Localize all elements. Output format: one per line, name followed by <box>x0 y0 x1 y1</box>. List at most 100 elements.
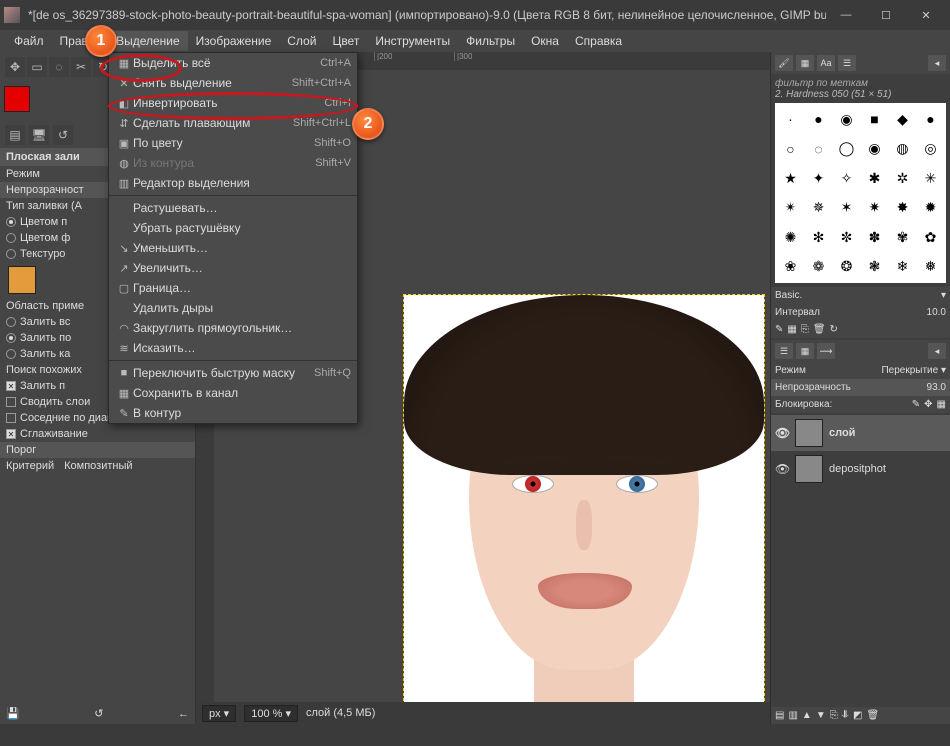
menu-изображение[interactable]: Изображение <box>188 31 280 51</box>
tab-fonts-icon[interactable]: Aa <box>817 55 835 71</box>
tab-channels-icon[interactable]: ▦ <box>796 343 814 359</box>
tab-patterns-icon[interactable]: ▦ <box>796 55 814 71</box>
brush-cell[interactable]: ✽ <box>861 223 888 252</box>
menuitem-увеличить-[interactable]: ↗Увеличить… <box>109 258 357 278</box>
lock-alpha-icon[interactable]: ▦ <box>937 399 946 410</box>
del-brush-icon[interactable]: 🗑 <box>813 324 826 335</box>
brush-cell[interactable]: ■ <box>861 105 888 134</box>
menuitem-переключить-быструю-маску[interactable]: ■Переключить быструю маскуShift+Q <box>109 363 357 383</box>
reset-preset-icon[interactable]: ↺ <box>94 707 103 720</box>
lock-pixels-icon[interactable]: ✎ <box>912 399 920 410</box>
dup-layer-icon[interactable]: ⎘ <box>830 710 838 721</box>
menuitem-сохранить-в-канал[interactable]: ▦Сохранить в канал <box>109 383 357 403</box>
menu-выделение[interactable]: Выделение <box>108 31 188 51</box>
panel-menu-icon[interactable]: ◂ <box>928 55 946 71</box>
brush-cell[interactable]: ● <box>805 105 832 134</box>
brush-cell[interactable]: ★ <box>777 164 804 193</box>
brush-cell[interactable]: ✿ <box>917 223 944 252</box>
brush-cell[interactable]: ❀ <box>777 253 804 282</box>
layer-opacity-row[interactable]: Непрозрачность 93.0 <box>771 379 950 396</box>
edit-brush-icon[interactable]: ✎ <box>775 324 783 335</box>
brush-cell[interactable]: ◎ <box>917 135 944 164</box>
layer-up-icon[interactable]: ▲ <box>802 710 812 721</box>
brush-cell[interactable]: ✸ <box>889 194 916 223</box>
menu-окна[interactable]: Окна <box>523 31 567 51</box>
layer-visibility-icon[interactable]: 👁 <box>775 462 789 476</box>
brush-cell[interactable]: ◯ <box>833 135 860 164</box>
del-layer-icon[interactable]: 🗑 <box>866 710 879 721</box>
foreground-color-swatch[interactable] <box>4 86 30 112</box>
menu-слой[interactable]: Слой <box>279 31 324 51</box>
brush-cell[interactable]: ✹ <box>917 194 944 223</box>
tab-options-icon[interactable]: ▤ <box>5 125 25 145</box>
layer-row[interactable]: 👁depositphot <box>771 451 950 487</box>
rect-select-tool[interactable]: ▭ <box>27 57 47 77</box>
close-button[interactable]: ✕ <box>906 1 946 29</box>
menuitem-снять-выделение[interactable]: ✕Снять выделениеShift+Ctrl+A <box>109 73 357 93</box>
canvas-image[interactable] <box>404 295 764 705</box>
tab-paths-icon[interactable]: ⟿ <box>817 343 835 359</box>
brush-cell[interactable]: ✧ <box>833 164 860 193</box>
menuitem-сделать-плавающим[interactable]: ⇵Сделать плавающимShift+Ctrl+L <box>109 113 357 133</box>
zoom-select[interactable]: 100 % ▾ <box>244 705 298 722</box>
menu-справка[interactable]: Справка <box>567 31 630 51</box>
brush-grid[interactable]: ·●◉■◆●○◌◯◉◍◎★✦✧✱✲✳✴✵✶✷✸✹✺✻✼✽✾✿❀❁❂❃❄❅ <box>775 103 946 283</box>
menuitem-растушевать-[interactable]: Растушевать… <box>109 198 357 218</box>
brush-cell[interactable]: · <box>777 105 804 134</box>
brush-cell[interactable]: ❁ <box>805 253 832 282</box>
brush-cell[interactable]: ◍ <box>889 135 916 164</box>
brush-cell[interactable]: ◆ <box>889 105 916 134</box>
menu-цвет[interactable]: Цвет <box>324 31 367 51</box>
menuitem-по-цвету[interactable]: ▣По цветуShift+O <box>109 133 357 153</box>
menuitem-убрать-растуш-вку[interactable]: Убрать растушёвку <box>109 218 357 238</box>
menuitem-закруглить-прямоугольник-[interactable]: ◠Закруглить прямоугольник… <box>109 318 357 338</box>
menuitem-редактор-выделения[interactable]: ▥Редактор выделения <box>109 173 357 193</box>
new-layer-icon[interactable]: ▤ <box>775 710 784 721</box>
layer-visibility-icon[interactable]: 👁 <box>775 426 789 440</box>
layer-row[interactable]: 👁слой <box>771 415 950 451</box>
minimize-button[interactable]: — <box>826 1 866 29</box>
brush-cell[interactable]: ◉ <box>833 105 860 134</box>
brush-cell[interactable]: ◌ <box>805 135 832 164</box>
mask-layer-icon[interactable]: ◩ <box>853 710 862 721</box>
menuitem-в-контур[interactable]: ✎В контур <box>109 403 357 423</box>
brush-cell[interactable]: ✱ <box>861 164 888 193</box>
brush-cell[interactable]: ✵ <box>805 194 832 223</box>
brush-cell[interactable]: ✳ <box>917 164 944 193</box>
maximize-button[interactable]: ☐ <box>866 1 906 29</box>
merge-layer-icon[interactable]: ⥥ <box>842 710 849 721</box>
brush-cell[interactable]: ✼ <box>833 223 860 252</box>
brush-cell[interactable]: ✴ <box>777 194 804 223</box>
menuitem-уменьшить-[interactable]: ↘Уменьшить… <box>109 238 357 258</box>
brush-interval-row[interactable]: Интервал 10.0 <box>771 304 950 321</box>
layer-down-icon[interactable]: ▼ <box>816 710 826 721</box>
find-opt-3[interactable]: ✕Сглаживание <box>0 426 195 442</box>
lasso-tool[interactable]: ◌ <box>49 57 69 77</box>
brush-cell[interactable]: ❂ <box>833 253 860 282</box>
brush-cell[interactable]: ✷ <box>861 194 888 223</box>
tab-brushes-icon[interactable]: 🖌 <box>775 55 793 71</box>
menu-инструменты[interactable]: Инструменты <box>367 31 458 51</box>
save-preset-icon[interactable]: 💾 <box>6 707 20 720</box>
pattern-swatch[interactable] <box>8 266 36 294</box>
threshold-row[interactable]: Порог <box>0 442 195 458</box>
brush-cell[interactable]: ✶ <box>833 194 860 223</box>
refresh-brush-icon[interactable]: ↻ <box>830 324 838 335</box>
brush-cell[interactable]: ❃ <box>861 253 888 282</box>
brush-cell[interactable]: ❅ <box>917 253 944 282</box>
menuitem-исказить-[interactable]: ≋Исказить… <box>109 338 357 358</box>
brush-cell[interactable]: ◉ <box>861 135 888 164</box>
move-tool[interactable]: ✥ <box>5 57 25 77</box>
panel-menu-icon[interactable]: ◂ <box>928 343 946 359</box>
brush-cell[interactable]: ● <box>917 105 944 134</box>
menuitem-выделить-вс-[interactable]: ▦Выделить всёCtrl+A <box>109 53 357 73</box>
menuitem-удалить-дыры[interactable]: Удалить дыры <box>109 298 357 318</box>
delete-preset-icon[interactable]: ← <box>178 708 189 720</box>
layer-group-icon[interactable]: ▥ <box>788 710 797 721</box>
brush-cell[interactable]: ○ <box>777 135 804 164</box>
menuitem-инвертировать[interactable]: ◧ИнвертироватьCtrl+I <box>109 93 357 113</box>
menu-файл[interactable]: Файл <box>6 31 52 51</box>
new-brush-icon[interactable]: ▦ <box>787 324 796 335</box>
menuitem-граница-[interactable]: ▢Граница… <box>109 278 357 298</box>
tab-layers-icon[interactable]: ☰ <box>775 343 793 359</box>
